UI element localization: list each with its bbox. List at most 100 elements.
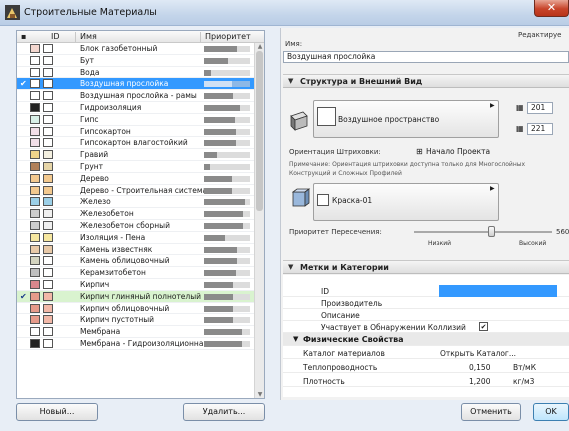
- material-row[interactable]: Гравий: [17, 149, 254, 161]
- surface-swatch: [43, 291, 53, 301]
- pen-1-field[interactable]: 201: [527, 102, 553, 114]
- material-row[interactable]: Железо: [17, 196, 254, 209]
- prop-row-id[interactable]: ID: [283, 285, 569, 297]
- material-row[interactable]: ✔ Воздушная прослойка: [17, 78, 254, 91]
- material-row[interactable]: Кирпич пустотный: [17, 314, 254, 327]
- prop-row-manufacturer[interactable]: Производитель: [283, 297, 569, 309]
- physical-section-title: Физические Свойства: [303, 335, 404, 344]
- collapse-triangle-icon: ▼: [288, 263, 294, 271]
- open-catalog-link[interactable]: Открыть Каталог...: [440, 349, 516, 358]
- material-row[interactable]: Дерево - Строительная система: [17, 185, 254, 197]
- material-row[interactable]: ✔ Кирпич глиняный полнотелый: [17, 290, 254, 303]
- prop-row-description[interactable]: Описание: [283, 309, 569, 321]
- surface-swatch: [43, 67, 53, 77]
- priority-label: Приоритет Пересечения:: [289, 228, 382, 236]
- priority-bar: [204, 69, 250, 76]
- surface-swatch: [43, 102, 53, 112]
- priority-bar: [204, 81, 250, 88]
- row-check-icon[interactable]: ✔: [20, 291, 28, 302]
- delete-button[interactable]: Удалить...: [183, 403, 265, 421]
- id-column-header[interactable]: ID: [51, 32, 60, 41]
- title-bar: Строительные Материалы ✕: [0, 0, 569, 26]
- scroll-thumb[interactable]: [256, 51, 263, 211]
- material-row[interactable]: Гипсокартон: [17, 126, 254, 138]
- cut-fill-swatch: [30, 279, 40, 289]
- material-name: Блок газобетонный: [80, 44, 158, 53]
- hatch-orientation-label: Ориентация Штриховки:: [289, 148, 381, 156]
- prop-row-collision[interactable]: Участвует в Обнаружении Коллизий ✔: [283, 321, 569, 333]
- cut-fill-swatch: [30, 44, 40, 53]
- priority-bar: [204, 246, 250, 253]
- material-row[interactable]: Гипс: [17, 114, 254, 126]
- hatch-orientation-select[interactable]: ⊞ Начало Проекта: [414, 145, 514, 158]
- name-column-header[interactable]: Имя: [80, 32, 97, 41]
- pen-2-field[interactable]: 221: [527, 123, 553, 135]
- material-row[interactable]: Воздушная прослойка - рамы: [17, 90, 254, 102]
- priority-bar-fill: [204, 116, 235, 123]
- priority-value: 560: [556, 228, 569, 236]
- material-name: Грунт: [80, 161, 104, 171]
- cancel-button[interactable]: Отменить: [461, 403, 521, 421]
- window-title: Строительные Материалы: [24, 7, 157, 18]
- material-row[interactable]: Мембрана: [17, 326, 254, 338]
- priority-bar-fill: [204, 46, 237, 52]
- close-button[interactable]: ✕: [534, 0, 569, 17]
- material-row[interactable]: Гидроизоляция: [17, 102, 254, 114]
- material-row[interactable]: Кирпич облицовочный: [17, 303, 254, 315]
- prop-label-manufacturer: Производитель: [321, 299, 383, 308]
- material-row[interactable]: Мембрана - Гидроизоляционная: [17, 338, 254, 350]
- name-field[interactable]: Воздушная прослойка: [283, 51, 569, 63]
- material-row[interactable]: Вода: [17, 67, 254, 79]
- surface-swatch: [43, 303, 53, 313]
- physical-section-header[interactable]: ▼ Физические Свойства: [283, 333, 569, 346]
- material-name: Кирпич облицовочный: [80, 303, 170, 313]
- priority-slider-track[interactable]: [414, 231, 552, 233]
- material-row[interactable]: Керамзитобетон: [17, 267, 254, 279]
- material-row[interactable]: Гипсокартон влагостойкий: [17, 137, 254, 150]
- priority-bar: [204, 140, 250, 147]
- list-scrollbar[interactable]: ▲ ▼: [254, 43, 264, 398]
- tags-section-header[interactable]: ▼ Метки и Категории: [283, 260, 569, 274]
- material-row[interactable]: Дерево: [17, 173, 254, 185]
- cut-fill-swatch: [30, 303, 40, 313]
- ok-button[interactable]: OK: [533, 403, 569, 421]
- material-row[interactable]: Блок газобетонный: [17, 43, 254, 55]
- surface-name: Воздушное пространство: [338, 115, 440, 124]
- priority-bar: [204, 187, 250, 194]
- surface-swatch: [43, 114, 53, 124]
- priority-bar-fill: [204, 246, 237, 253]
- scroll-down-icon[interactable]: ▼: [256, 391, 264, 398]
- material-row[interactable]: Камень облицовочный: [17, 255, 254, 268]
- row-check-icon[interactable]: ✔: [20, 78, 28, 89]
- material-row[interactable]: Бут: [17, 55, 254, 67]
- prop-row-catalog[interactable]: Каталог материалов Открыть Каталог...: [283, 347, 569, 359]
- material-name: Камень известняк: [80, 244, 153, 254]
- material-name: Изоляция - Пена: [80, 232, 146, 242]
- prop-row-density[interactable]: Плотность 1,200 кг/м3: [283, 375, 569, 387]
- material-row[interactable]: Изоляция - Пена: [17, 232, 254, 244]
- collision-checkbox[interactable]: ✔: [479, 322, 488, 331]
- material-row[interactable]: Грунт: [17, 161, 254, 173]
- surface-picker-button[interactable]: Воздушное пространство ▶: [313, 100, 499, 138]
- priority-slider-thumb[interactable]: [488, 226, 495, 237]
- material-row[interactable]: Железобетон: [17, 208, 254, 220]
- priority-column-header[interactable]: Приоритет: [205, 32, 251, 41]
- surface-swatch: [43, 209, 53, 219]
- priority-bar: [204, 104, 250, 111]
- edit-label: Редактируе: [518, 31, 562, 39]
- material-row[interactable]: Кирпич: [17, 279, 254, 291]
- structure-section-header[interactable]: ▼ Структура и Внешний Вид: [283, 74, 569, 88]
- conductivity-value[interactable]: 0,150: [469, 363, 490, 372]
- scroll-up-icon[interactable]: ▲: [256, 43, 264, 50]
- density-value[interactable]: 1,200: [469, 377, 490, 386]
- material-row[interactable]: Железобетон сборный: [17, 220, 254, 232]
- id-value-field[interactable]: [439, 285, 557, 297]
- material-name: Вода: [80, 67, 100, 77]
- collapse-triangle-icon: ▼: [293, 335, 299, 343]
- priority-bar: [204, 234, 250, 241]
- paint-picker-button[interactable]: Краска-01 ▶: [313, 183, 499, 221]
- new-button[interactable]: Новый...: [16, 403, 98, 421]
- material-row[interactable]: Камень известняк: [17, 244, 254, 256]
- priority-bar-fill: [204, 222, 243, 229]
- prop-row-conductivity[interactable]: Теплопроводность 0,150 Вт/мК: [283, 361, 569, 373]
